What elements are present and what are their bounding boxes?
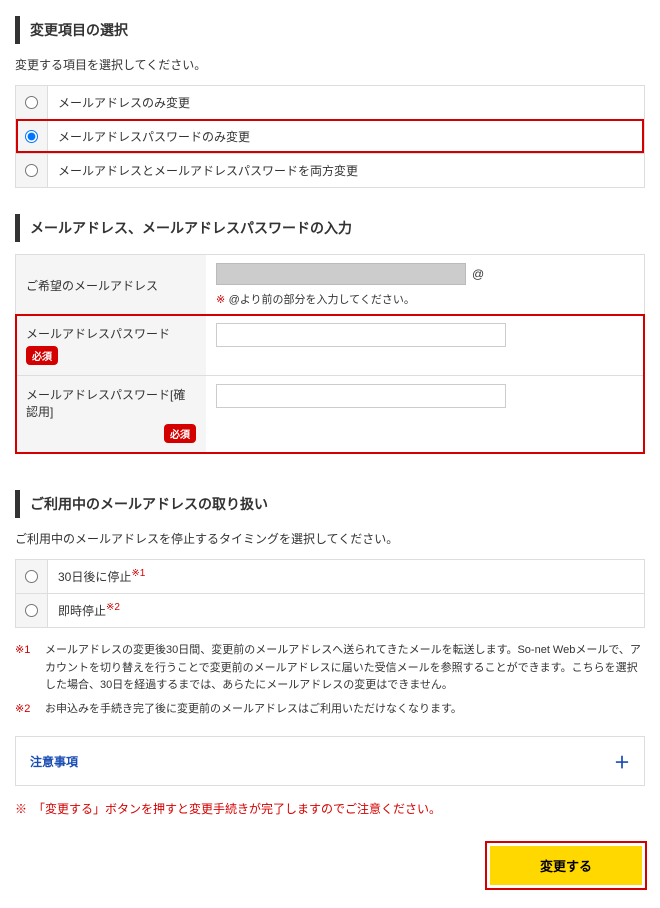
submit-button[interactable]: 変更する	[490, 846, 642, 885]
required-badge: 必須	[164, 424, 196, 443]
form-block: ご希望のメールアドレス @ ※ @より前の部分を入力してください。 メールアドレ…	[15, 254, 645, 454]
radio-email-only[interactable]	[25, 96, 38, 109]
label-password-confirm: メールアドレスパスワード[確認用] 必須	[16, 376, 206, 453]
label-password-text: メールアドレスパスワード	[26, 325, 170, 342]
radio-both[interactable]	[25, 164, 38, 177]
radio-cell	[16, 86, 48, 119]
radio-cell	[16, 560, 48, 593]
submit-highlight: 変更する	[487, 843, 645, 888]
form-row-email: ご希望のメールアドレス @ ※ @より前の部分を入力してください。	[16, 255, 644, 315]
button-row: 変更する	[15, 843, 645, 888]
radio-immediate[interactable]	[25, 604, 38, 617]
note-mark-icon: ※	[216, 294, 225, 306]
footnotes: ※1 メールアドレスの変更後30日間、変更前のメールアドレスへ送られてきたメール…	[15, 642, 645, 718]
required-badge: 必須	[26, 346, 58, 365]
sup-note-2: ※2	[106, 602, 120, 613]
value-email: @ ※ @より前の部分を入力してください。	[206, 255, 644, 315]
plus-icon: ＋	[614, 749, 630, 773]
radio-row-email-only[interactable]: メールアドレスのみ変更	[16, 86, 644, 119]
stop-opt-1-text: 30日後に停止	[58, 570, 131, 584]
radio-30days[interactable]	[25, 570, 38, 583]
note-text: @より前の部分を入力してください。	[229, 294, 415, 306]
radio-password-only[interactable]	[25, 130, 38, 143]
radio-row-both[interactable]: メールアドレスとメールアドレスパスワードを両方変更	[16, 153, 644, 187]
form-row-password: メールアドレスパスワード 必須	[16, 315, 644, 375]
radio-label-password-only: メールアドレスパスワードのみ変更	[48, 120, 644, 153]
footnote-2-mark: ※2	[15, 701, 37, 719]
section-heading-stop-timing: ご利用中のメールアドレスの取り扱い	[15, 490, 645, 518]
radio-list-change-type: メールアドレスのみ変更 メールアドレスパスワードのみ変更 メールアドレスとメール…	[15, 85, 645, 188]
label-email-text: ご希望のメールアドレス	[26, 277, 158, 294]
radio-cell	[16, 594, 48, 627]
value-password	[206, 315, 644, 375]
at-symbol: @	[472, 267, 484, 281]
radio-cell	[16, 120, 48, 153]
section-heading-change-items: 変更項目の選択	[15, 16, 645, 44]
email-local-readonly	[216, 263, 466, 285]
password-group-highlight: メールアドレスパスワード 必須 メールアドレスパスワード[確認用] 必須	[16, 315, 644, 453]
value-password-confirm	[206, 376, 644, 453]
password-confirm-input[interactable]	[216, 384, 506, 408]
label-password: メールアドレスパスワード 必須	[16, 315, 206, 375]
section-desc-1: 変更する項目を選択してください。	[15, 56, 645, 73]
radio-row-immediate[interactable]: 即時停止※2	[16, 593, 644, 627]
sup-note-1: ※1	[131, 568, 145, 579]
radio-list-stop-timing: 30日後に停止※1 即時停止※2	[15, 559, 645, 628]
radio-row-password-only[interactable]: メールアドレスパスワードのみ変更	[16, 119, 644, 153]
footnote-2-text: お申込みを手続き完了後に変更前のメールアドレスはご利用いただけなくなります。	[45, 701, 645, 719]
footnote-1-text: メールアドレスの変更後30日間、変更前のメールアドレスへ送られてきたメールを転送…	[45, 642, 645, 695]
radio-row-30days[interactable]: 30日後に停止※1	[16, 560, 644, 593]
section-heading-input: メールアドレス、メールアドレスパスワードの入力	[15, 214, 645, 242]
accordion-title: 注意事項	[30, 753, 78, 770]
stop-opt-2-text: 即時停止	[58, 604, 106, 618]
password-input[interactable]	[216, 323, 506, 347]
warning-text: ※ 「変更する」ボタンを押すと変更手続きが完了しますのでご注意ください。	[15, 800, 645, 817]
radio-label-email-only: メールアドレスのみ変更	[48, 86, 644, 119]
radio-label-both: メールアドレスとメールアドレスパスワードを両方変更	[48, 154, 644, 187]
radio-cell	[16, 154, 48, 187]
accordion-notes[interactable]: 注意事項 ＋	[15, 736, 645, 786]
radio-label-30days: 30日後に停止※1	[48, 560, 644, 593]
footnote-2: ※2 お申込みを手続き完了後に変更前のメールアドレスはご利用いただけなくなります…	[15, 701, 645, 719]
label-password-confirm-text: メールアドレスパスワード[確認用]	[26, 386, 196, 420]
radio-label-immediate: 即時停止※2	[48, 594, 644, 627]
form-row-password-confirm: メールアドレスパスワード[確認用] 必須	[16, 375, 644, 453]
section-desc-3: ご利用中のメールアドレスを停止するタイミングを選択してください。	[15, 530, 645, 547]
label-email: ご希望のメールアドレス	[16, 255, 206, 315]
footnote-1-mark: ※1	[15, 642, 37, 695]
footnote-1: ※1 メールアドレスの変更後30日間、変更前のメールアドレスへ送られてきたメール…	[15, 642, 645, 695]
